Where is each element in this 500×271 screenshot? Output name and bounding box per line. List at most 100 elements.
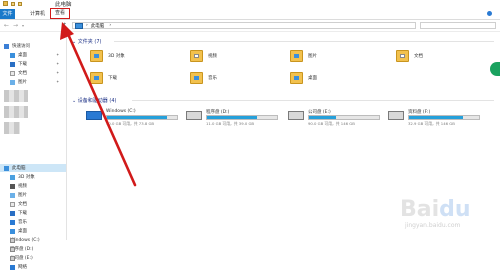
picture-icon bbox=[10, 79, 15, 85]
properties-icon[interactable] bbox=[11, 2, 15, 6]
folders-group-header[interactable]: ⌄ 文件夹 (7) bbox=[72, 38, 101, 45]
sidebar-item-3d-objects[interactable]: 3D 对象 bbox=[10, 173, 35, 181]
sidebar-item-drive-c[interactable]: Windows (C:) bbox=[10, 236, 40, 244]
drives-group-header[interactable]: ⌄ 设备和驱动器 (4) bbox=[72, 97, 116, 104]
download-icon bbox=[10, 61, 15, 67]
sidebar-item-pictures[interactable]: 图片 bbox=[10, 78, 27, 86]
drive-item-c[interactable]: Windows (C:) 10.0 GB 可用，共 73.8 GB bbox=[86, 109, 178, 127]
drive-usage-bar bbox=[206, 115, 278, 120]
drive-usage-fill bbox=[409, 116, 463, 119]
forward-arrow-icon[interactable]: → bbox=[13, 22, 18, 29]
folder-item-pictures[interactable]: 图片 bbox=[290, 50, 317, 62]
document-icon bbox=[10, 201, 15, 207]
pin-icon[interactable]: ✦ bbox=[56, 79, 59, 84]
folder-label: 视频 bbox=[208, 54, 217, 59]
sidebar-item-label: 音乐 bbox=[18, 220, 27, 225]
sidebar-item-label: 桌面 bbox=[18, 53, 27, 58]
drive-icon bbox=[10, 237, 15, 243]
sidebar-item-label: 文档 bbox=[18, 202, 27, 207]
address-bar[interactable]: › 此电脑 › bbox=[72, 22, 416, 29]
music-icon bbox=[190, 72, 203, 84]
sidebar-item-music[interactable]: 音乐 bbox=[10, 218, 27, 226]
sidebar-item-label: 下载 bbox=[18, 62, 27, 67]
drive-usage-fill bbox=[107, 116, 168, 119]
music-icon bbox=[10, 219, 15, 225]
folder-item-music[interactable]: 音乐 bbox=[190, 72, 217, 84]
navigation-bar: ← → ▾ ↑ › 此电脑 › bbox=[0, 20, 500, 32]
folder-label: 下载 bbox=[108, 76, 117, 81]
folder-label: 音乐 bbox=[208, 76, 217, 81]
pin-icon[interactable]: ✦ bbox=[56, 70, 59, 75]
folder-label: 桌面 bbox=[308, 76, 317, 81]
help-icon[interactable] bbox=[487, 11, 492, 16]
sidebar-item-label: 3D 对象 bbox=[18, 175, 35, 180]
tab-computer[interactable]: 计算机 bbox=[26, 9, 49, 19]
sidebar-item-this-pc[interactable]: 此电脑 bbox=[4, 164, 26, 172]
folder-item-documents[interactable]: 文档 bbox=[396, 50, 423, 62]
sidebar-item-pictures-pc[interactable]: 图片 bbox=[10, 191, 27, 199]
download-icon bbox=[90, 72, 103, 84]
download-icon bbox=[10, 210, 15, 216]
sidebar-item-network[interactable]: 网络 bbox=[10, 263, 27, 271]
sidebar-item-label: 网络 bbox=[18, 265, 27, 270]
sidebar-item-label: 图片 bbox=[18, 193, 27, 198]
3d-objects-icon bbox=[10, 174, 15, 180]
sidebar-item-documents-pc[interactable]: 文档 bbox=[10, 200, 27, 208]
drive-item-d[interactable]: 程序盘 (D:) 11.0 GB 可用，共 39.0 GB bbox=[186, 109, 278, 127]
sidebar-item-downloads-pc[interactable]: 下载 bbox=[10, 209, 27, 217]
navigation-pane: 快速访问 桌面 ✦ 下载 ✦ 文档 ✦ 图片 ✦ 此电脑 3D 对象 视频 图片… bbox=[0, 36, 67, 270]
history-chevron-icon[interactable]: ▾ bbox=[22, 23, 24, 28]
sidebar-item-documents[interactable]: 文档 bbox=[10, 69, 27, 77]
folder-item-desktop[interactable]: 桌面 bbox=[290, 72, 317, 84]
title-quick-icons bbox=[3, 1, 22, 6]
folder-label: 图片 bbox=[308, 54, 317, 59]
side-widget-icon[interactable] bbox=[490, 62, 500, 76]
address-separator: › bbox=[109, 23, 112, 28]
address-path[interactable]: 此电脑 bbox=[91, 23, 105, 29]
pin-icon[interactable]: ✦ bbox=[56, 61, 59, 66]
folder-label: 3D 对象 bbox=[108, 54, 125, 59]
sidebar-item-label: 文档 bbox=[18, 71, 27, 76]
sidebar-item-desktop[interactable]: 桌面 bbox=[10, 51, 27, 59]
new-folder-icon[interactable] bbox=[18, 2, 22, 6]
drive-usage-fill bbox=[309, 116, 336, 119]
search-input[interactable] bbox=[420, 22, 496, 29]
sidebar-item-desktop-pc[interactable]: 桌面 bbox=[10, 227, 27, 235]
blurred-item bbox=[4, 106, 28, 118]
drive-item-e[interactable]: 公司盘 (E:) 90.0 GB 可用，共 146 GB bbox=[288, 109, 380, 127]
watermark-logo: Baidu bbox=[400, 197, 471, 222]
star-icon bbox=[4, 43, 9, 49]
drive-item-f[interactable]: 资料盘 (F:) 32.9 GB 可用，共 146 GB bbox=[388, 109, 480, 127]
drive-icon bbox=[10, 255, 15, 261]
up-arrow-icon[interactable]: ↑ bbox=[62, 22, 67, 29]
group-divider bbox=[114, 41, 494, 42]
drive-usage-fill bbox=[207, 116, 258, 119]
sidebar-item-drive-d[interactable]: 程序盘 (D:) bbox=[10, 245, 33, 253]
window-title: 此电脑 bbox=[55, 2, 72, 8]
folder-item-3d-objects[interactable]: 3D 对象 bbox=[90, 50, 125, 62]
sidebar-item-videos[interactable]: 视频 bbox=[10, 182, 27, 190]
sidebar-item-label: 快速访问 bbox=[12, 44, 30, 49]
tab-view[interactable]: 查看 bbox=[50, 8, 71, 19]
sidebar-item-drive-e[interactable]: 公司盘 (E:) bbox=[10, 254, 33, 262]
drive-usage-bar bbox=[408, 115, 480, 120]
drive-free-space: 90.0 GB 可用，共 146 GB bbox=[308, 121, 355, 126]
tab-file[interactable]: 文件 bbox=[0, 9, 15, 19]
blurred-item bbox=[4, 122, 20, 134]
drive-free-space: 10.0 GB 可用，共 73.8 GB bbox=[106, 121, 155, 126]
sidebar-item-downloads[interactable]: 下载 bbox=[10, 60, 27, 68]
pin-icon[interactable]: ✦ bbox=[56, 52, 59, 57]
folder-item-downloads[interactable]: 下载 bbox=[90, 72, 117, 84]
picture-icon bbox=[10, 192, 15, 198]
back-arrow-icon[interactable]: ← bbox=[4, 22, 9, 29]
drive-icon bbox=[186, 111, 202, 120]
sidebar-item-quick-access[interactable]: 快速访问 bbox=[4, 42, 30, 50]
pc-icon bbox=[75, 22, 83, 29]
sidebar-item-label: 下载 bbox=[18, 211, 27, 216]
folder-item-videos[interactable]: 视频 bbox=[190, 50, 217, 62]
drive-icon bbox=[10, 246, 15, 252]
drive-free-space: 11.0 GB 可用，共 39.0 GB bbox=[206, 121, 255, 126]
folder-icon bbox=[3, 1, 8, 6]
desktop-icon bbox=[10, 52, 15, 58]
desktop-icon bbox=[10, 228, 15, 234]
